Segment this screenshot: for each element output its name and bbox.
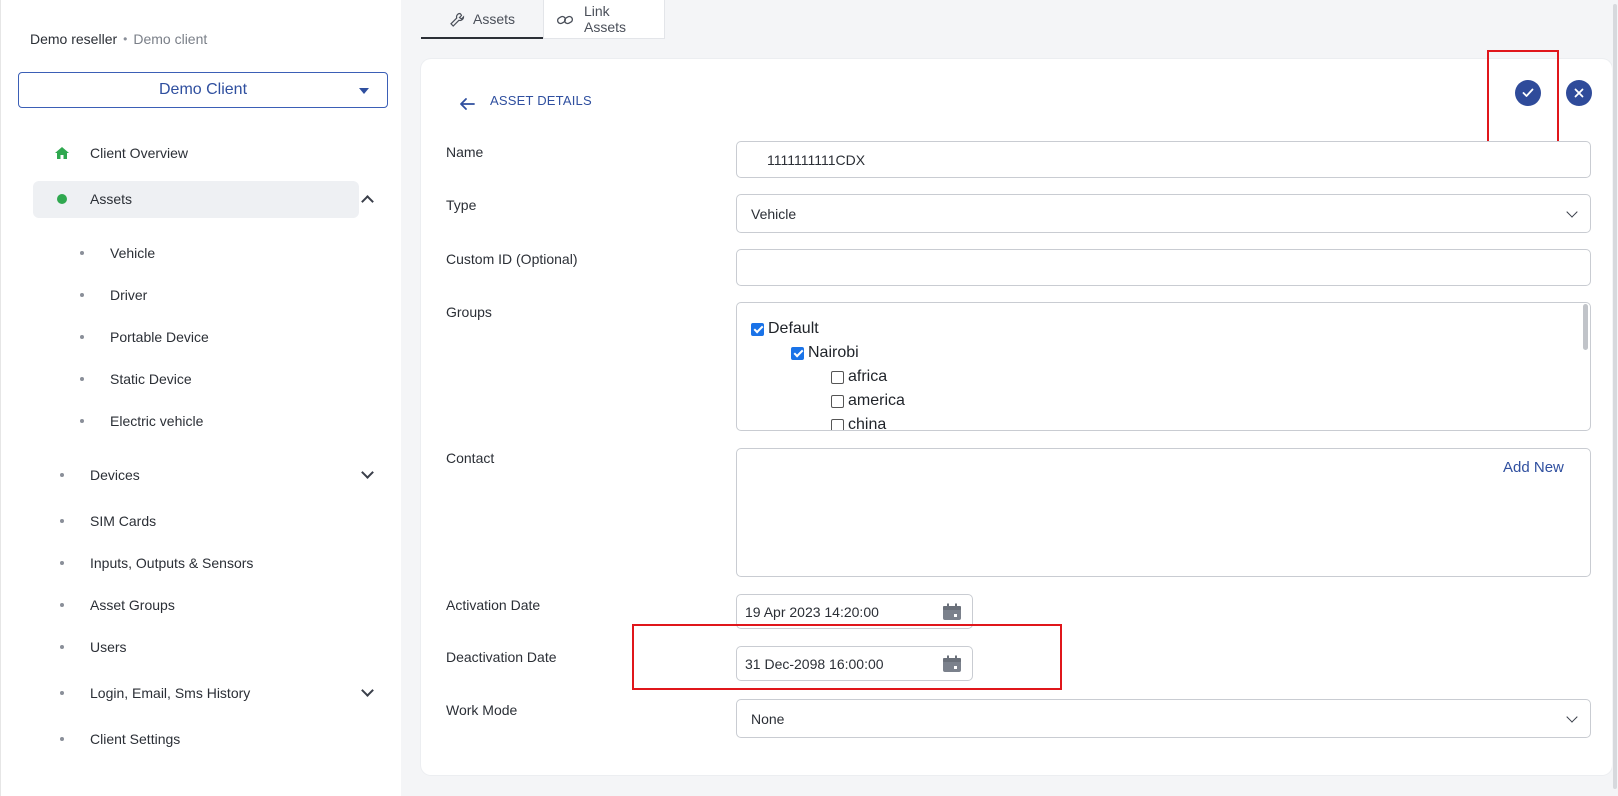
- group-default[interactable]: Default: [751, 320, 819, 338]
- group-label: africa: [848, 368, 888, 385]
- work-mode-label: Work Mode: [446, 702, 518, 718]
- wrench-icon: [450, 12, 465, 27]
- sidebar-item-label: Assets: [90, 191, 133, 207]
- groups-label: Groups: [446, 304, 492, 320]
- chevron-up-icon[interactable]: [361, 194, 374, 208]
- name-value: 1111111111CDX: [767, 152, 866, 168]
- type-value: Vehicle: [751, 206, 797, 222]
- cancel-button[interactable]: [1566, 80, 1592, 106]
- checkbox-icon[interactable]: [831, 370, 844, 384]
- type-label: Type: [446, 197, 477, 213]
- sidebar-item-label: Static Device: [110, 371, 192, 387]
- group-africa[interactable]: africa: [831, 368, 887, 386]
- work-mode-value: None: [751, 711, 785, 727]
- work-mode-select[interactable]: None: [736, 699, 1591, 738]
- deactivation-date-input[interactable]: 31 Dec-2098 16:00:00: [736, 646, 973, 681]
- groups-tree[interactable]: [736, 302, 1591, 431]
- sidebar-item-label: Inputs, Outputs & Sensors: [90, 555, 254, 571]
- check-icon: [1522, 88, 1534, 97]
- link-icon: [556, 15, 574, 25]
- group-nairobi[interactable]: Nairobi: [791, 344, 859, 362]
- bullet-icon: [80, 251, 84, 255]
- bullet-icon: [60, 561, 64, 565]
- save-button[interactable]: [1515, 80, 1541, 106]
- page-scrollbar[interactable]: [1612, 0, 1618, 796]
- sidebar-item-label: Client Settings: [90, 731, 181, 747]
- checkbox-icon[interactable]: [831, 394, 844, 408]
- checkbox-checked-icon[interactable]: [791, 346, 804, 360]
- type-select[interactable]: Vehicle: [736, 194, 1591, 233]
- bullet-icon: [60, 645, 64, 649]
- close-icon: [1574, 88, 1584, 98]
- groups-scrollbar[interactable]: [1583, 304, 1588, 350]
- sidebar-item-label: Portable Device: [110, 329, 209, 345]
- group-label: Nairobi: [808, 344, 859, 361]
- group-label: china: [848, 416, 887, 430]
- tab-link-assets[interactable]: Link Assets: [543, 0, 665, 39]
- group-america[interactable]: america: [831, 392, 905, 410]
- chevron-down-icon: [1566, 711, 1578, 723]
- sidebar-item-label: Client Overview: [90, 145, 189, 161]
- sidebar-item-label: SIM Cards: [90, 513, 157, 529]
- group-label: america: [848, 392, 905, 409]
- active-dot-icon: [57, 194, 67, 204]
- calendar-icon[interactable]: [942, 655, 962, 673]
- contact-label: Contact: [446, 450, 495, 466]
- custom-id-input[interactable]: [736, 249, 1591, 286]
- home-icon: [55, 147, 69, 159]
- tab-label: Link Assets: [584, 3, 627, 35]
- bullet-icon: [60, 603, 64, 607]
- activation-date-value: 19 Apr 2023 14:20:00: [745, 604, 879, 620]
- sidebar: Demo reseller • Demo client Demo Client …: [0, 0, 401, 796]
- tab-bar: Assets Link Assets: [421, 0, 665, 39]
- chevron-down-icon[interactable]: [361, 466, 374, 479]
- client-selector[interactable]: Demo Client: [18, 72, 388, 108]
- breadcrumb-client: Demo client: [133, 31, 208, 47]
- bullet-icon: [80, 335, 84, 339]
- card-title: ASSET DETAILS: [490, 93, 592, 108]
- client-selector-value: Demo Client: [158, 81, 248, 98]
- calendar-icon[interactable]: [942, 603, 962, 621]
- tab-assets[interactable]: Assets: [421, 0, 543, 39]
- checkbox-icon[interactable]: [831, 418, 844, 430]
- group-china[interactable]: china: [831, 416, 886, 430]
- chevron-down-icon: [1566, 206, 1578, 218]
- deactivation-date-label: Deactivation Date: [446, 649, 557, 665]
- breadcrumb-reseller[interactable]: Demo reseller: [30, 31, 117, 47]
- sidebar-item-label: Asset Groups: [90, 597, 175, 613]
- sidebar-item-label: Users: [90, 639, 127, 655]
- bullet-icon: [80, 419, 84, 423]
- contact-box: [736, 448, 1591, 577]
- bullet-icon: [80, 293, 84, 297]
- bullet-icon: [60, 473, 64, 477]
- bullet-icon: [80, 377, 84, 381]
- activation-date-input[interactable]: 19 Apr 2023 14:20:00: [736, 594, 973, 629]
- caret-down-icon: [359, 88, 369, 94]
- sidebar-item-label: Driver: [110, 287, 148, 303]
- bullet-icon: [60, 737, 64, 741]
- sidebar-item-label: Vehicle: [110, 245, 156, 261]
- deactivation-date-value: 31 Dec-2098 16:00:00: [745, 656, 884, 672]
- breadcrumb: Demo reseller • Demo client: [30, 31, 207, 47]
- back-arrow-icon[interactable]: [458, 96, 476, 112]
- sidebar-item-label: Devices: [90, 467, 140, 483]
- sidebar-item-label: Electric vehicle: [110, 413, 204, 429]
- page-scrollbar-thumb[interactable]: [1613, 4, 1617, 789]
- group-label: Default: [768, 320, 819, 337]
- bullet-icon: [60, 519, 64, 523]
- chevron-down-icon[interactable]: [361, 684, 374, 697]
- activation-date-label: Activation Date: [446, 597, 541, 613]
- active-nav-highlight: [33, 181, 359, 218]
- add-contact-link[interactable]: Add New: [1503, 459, 1564, 476]
- tab-label: Assets: [473, 10, 516, 27]
- checkbox-checked-icon[interactable]: [751, 322, 764, 336]
- breadcrumb-separator: •: [123, 32, 128, 46]
- bullet-icon: [60, 691, 64, 695]
- groups-tree-clip: china: [737, 414, 1590, 430]
- custom-id-label: Custom ID (Optional): [446, 251, 578, 267]
- name-input[interactable]: 1111111111CDX: [736, 141, 1591, 178]
- name-label: Name: [446, 144, 484, 160]
- sidebar-item-label: Login, Email, Sms History: [90, 685, 251, 701]
